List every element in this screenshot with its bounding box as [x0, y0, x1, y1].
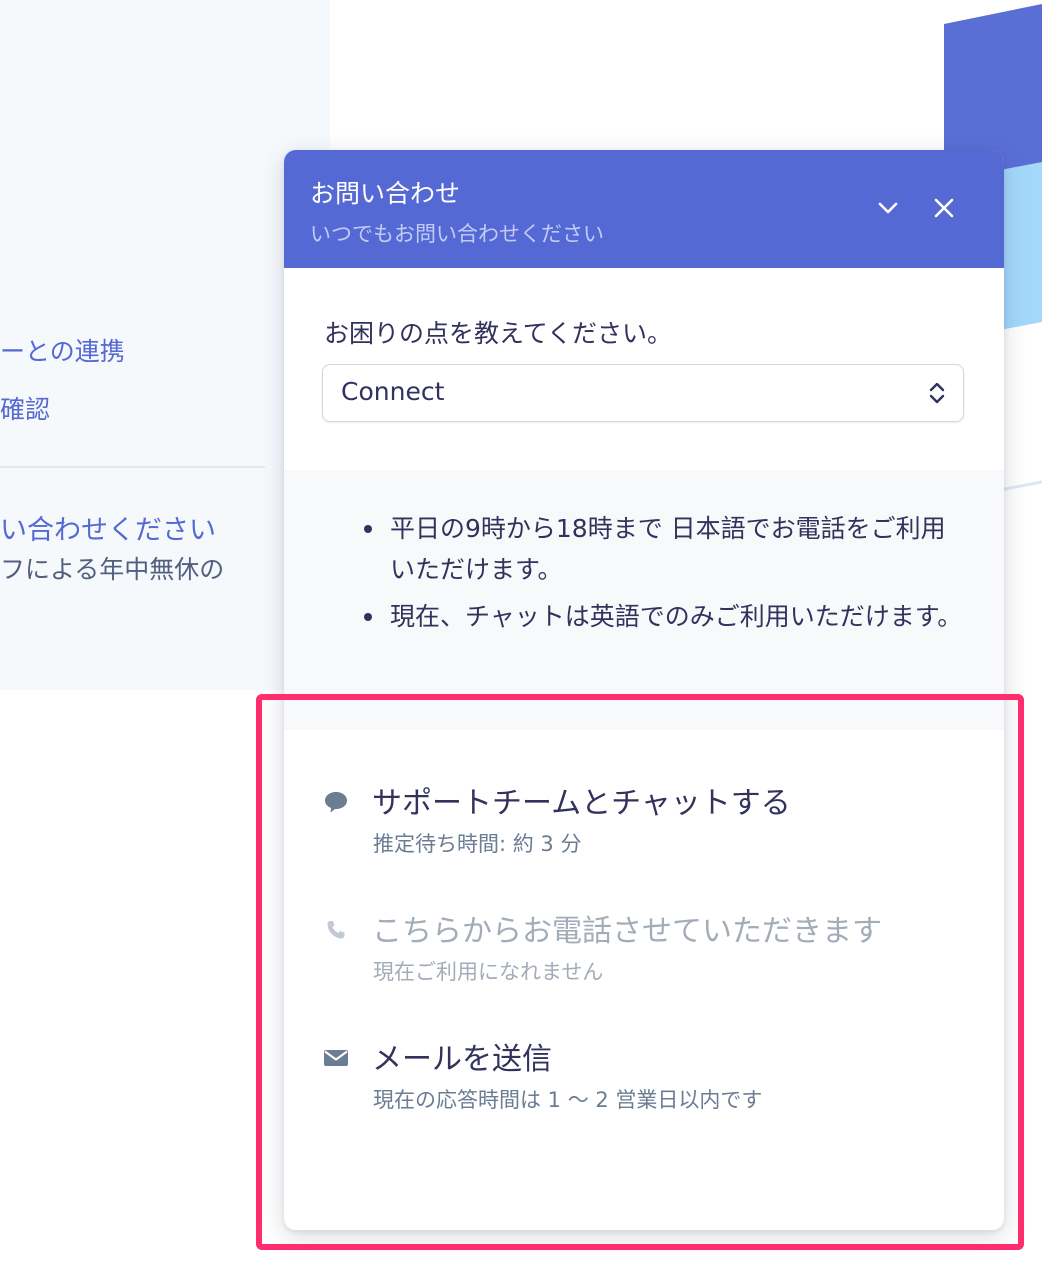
bg-link-integration[interactable]: ーとの連携 — [0, 332, 125, 368]
chat-bubble-icon — [322, 788, 350, 816]
collapse-button[interactable] — [870, 190, 906, 226]
email-option[interactable]: メールを送信 現在の応答時間は 1 〜 2 営業日以内です — [322, 1034, 962, 1124]
updown-chevron-icon — [929, 382, 945, 404]
widget-header: お問い合わせ いつでもお問い合わせください — [284, 150, 1004, 268]
close-icon — [934, 198, 954, 218]
contact-widget: お問い合わせ いつでもお問い合わせください お困りの点を教えてください。 Con… — [284, 150, 1004, 1230]
chevron-down-icon — [878, 202, 898, 214]
chat-option-subtitle: 推定待ち時間: 約 3 分 — [373, 832, 582, 856]
phone-option: こちらからお電話させていただきます 現在ご利用になれません — [322, 906, 962, 996]
note-item: 平日の9時から18時まで 日本語でお電話をご利用いただけます。 — [364, 508, 964, 590]
topic-section: お困りの点を教えてください。 Connect — [284, 268, 1004, 470]
widget-title: お問い合わせ — [310, 179, 461, 208]
contact-options: サポートチームとチャットする 推定待ち時間: 約 3 分 こちらからお電話させて… — [284, 730, 1004, 1230]
bg-link-confirm[interactable]: 確認 — [0, 390, 50, 426]
phone-option-subtitle: 現在ご利用になれません — [373, 960, 604, 984]
divider — [0, 466, 265, 468]
phone-icon — [322, 916, 350, 944]
phone-option-title: こちらからお電話させていただきます — [372, 914, 882, 949]
widget-subtitle: いつでもお問い合わせください — [310, 222, 604, 246]
chat-option[interactable]: サポートチームとチャットする 推定待ち時間: 約 3 分 — [322, 778, 962, 868]
email-option-title: メールを送信 — [372, 1042, 552, 1077]
select-value: Connect — [341, 377, 445, 406]
background-page: ーとの連携 確認 い合わせください フによる年中無休の — [0, 0, 330, 690]
email-option-subtitle: 現在の応答時間は 1 〜 2 営業日以内です — [373, 1088, 763, 1112]
info-notes: 平日の9時から18時まで 日本語でお電話をご利用いただけます。 現在、チャットは… — [284, 470, 1004, 730]
close-button[interactable] — [926, 190, 962, 226]
topic-select[interactable]: Connect — [322, 364, 964, 422]
bg-contact-title[interactable]: い合わせください — [0, 508, 216, 547]
bg-contact-desc: フによる年中無休の — [0, 555, 225, 584]
question-label: お困りの点を教えてください。 — [324, 319, 673, 348]
mail-icon — [322, 1044, 350, 1072]
note-item: 現在、チャットは英語でのみご利用いただけます。 — [364, 596, 964, 637]
chat-option-title: サポートチームとチャットする — [372, 786, 791, 821]
